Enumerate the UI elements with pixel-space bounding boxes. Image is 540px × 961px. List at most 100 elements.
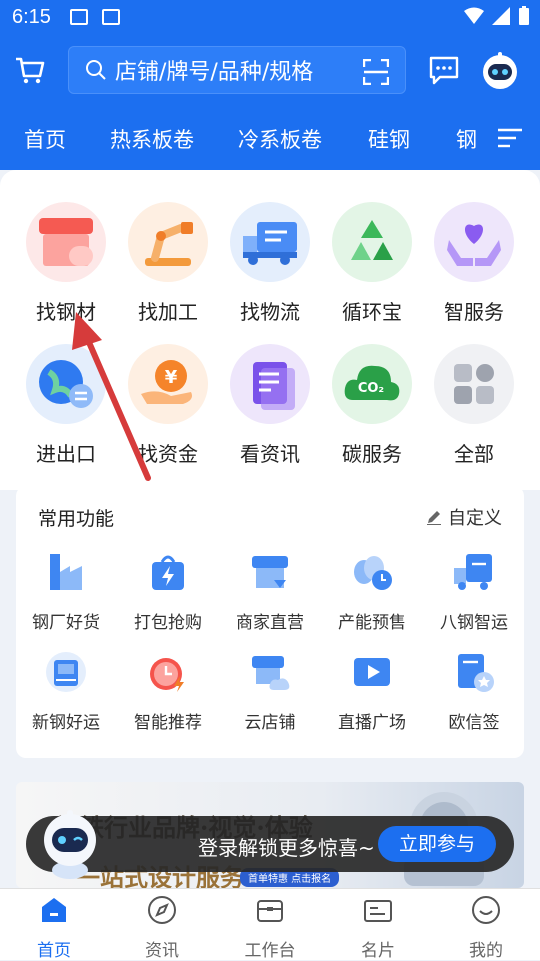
common-item[interactable]: 云店铺 (220, 650, 320, 733)
home-icon (42, 898, 66, 922)
cloud-store-icon (248, 650, 292, 694)
video-play-icon (350, 650, 394, 694)
nav-home[interactable]: 首页 (14, 895, 94, 961)
grid-label: 智服务 (444, 300, 504, 324)
message-icon[interactable] (428, 54, 460, 86)
rolls-clock-icon (350, 550, 394, 594)
card-icon (364, 900, 392, 922)
svg-text:¥: ¥ (165, 367, 178, 388)
common-item-label: 直播广场 (338, 713, 406, 733)
nav-mine[interactable]: 我的 (446, 895, 526, 961)
robot-avatar-icon[interactable] (480, 50, 520, 90)
nav-label: 资讯 (145, 941, 179, 961)
grid-item-recycle[interactable]: 循环宝 (322, 202, 422, 325)
common-item[interactable]: 新钢好运 (16, 650, 116, 733)
robot-machine-icon (44, 650, 88, 694)
tab-home[interactable]: 首页 (24, 124, 66, 154)
grid-label: 进出口 (36, 442, 96, 466)
grid-item-find-steel[interactable]: 找钢材 (16, 202, 116, 325)
grid-item-finance[interactable]: ¥ 找资金 (118, 344, 218, 467)
common-item-label: 商家直营 (236, 613, 304, 633)
grid-item-all[interactable]: 全部 (424, 344, 524, 467)
badge-star-icon (452, 650, 496, 694)
grid-item-news[interactable]: 看资讯 (220, 344, 320, 467)
store-icon (248, 550, 292, 594)
scan-icon[interactable] (363, 59, 389, 85)
svg-text:CO₂: CO₂ (358, 381, 384, 396)
common-item[interactable]: 钢厂好货 (16, 550, 116, 633)
grid-item-logistics[interactable]: 找物流 (220, 202, 320, 325)
common-item-label: 打包抢购 (134, 613, 202, 633)
gallery-icon (70, 9, 88, 25)
truck-icon (452, 550, 496, 594)
common-item[interactable]: 产能预售 (322, 550, 422, 633)
grid-label: 看资讯 (240, 442, 300, 466)
tab-steel-partial[interactable]: 钢 (456, 124, 482, 154)
grid-item-carbon[interactable]: CO₂ 碳服务 (322, 344, 422, 467)
menu-icon[interactable] (498, 128, 522, 148)
header: 店铺/牌号/品种/规格 首页 热系板卷 冷系板卷 硅钢 钢 (0, 36, 540, 170)
signal-icon (492, 7, 510, 25)
grid-item-smart-service[interactable]: 智服务 (424, 202, 524, 325)
wifi-icon (464, 7, 484, 24)
edit-icon (427, 511, 441, 525)
common-functions-panel: 常用功能 自定义 钢厂好货 打包抢购 商家直营 产能预售 八钢智运 新钢好运 智… (16, 486, 524, 758)
document-icon (230, 344, 310, 424)
nav-news[interactable]: 资讯 (122, 895, 202, 961)
section-title: 常用功能 (38, 508, 115, 530)
search-icon (85, 59, 107, 81)
tab-hot-rolled[interactable]: 热系板卷 (110, 124, 194, 154)
notification-a-icon (102, 9, 120, 25)
common-item-label: 八钢智运 (440, 613, 508, 633)
customize-label: 自定义 (448, 508, 502, 529)
recycle-icon (332, 202, 412, 282)
alarm-clock-icon (146, 650, 190, 694)
common-item-label: 产能预售 (338, 613, 406, 633)
grid-label: 循环宝 (342, 300, 402, 324)
common-item-label: 智能推荐 (134, 713, 202, 733)
bottom-nav: 首页 资讯 工作台 名片 我的 (0, 888, 540, 961)
cart-icon[interactable] (14, 54, 46, 86)
robot-arm-icon (128, 202, 208, 282)
factory-icon (44, 550, 88, 594)
common-item-label: 欧信签 (448, 713, 500, 733)
smile-icon (472, 896, 500, 924)
grid-label: 碳服务 (342, 442, 402, 466)
common-item-label: 钢厂好货 (32, 613, 100, 633)
grid-label: 找资金 (138, 442, 198, 466)
toast-message: 登录解锁更多惊喜~ (198, 836, 375, 860)
common-item[interactable]: 八钢智运 (424, 550, 524, 633)
nav-workbench[interactable]: 工作台 (230, 895, 310, 961)
heart-hands-icon (434, 202, 514, 282)
grid-item-processing[interactable]: 找加工 (118, 202, 218, 325)
common-item-label: 新钢好运 (32, 713, 100, 733)
globe-exchange-icon (26, 344, 106, 424)
robot-mascot-icon (44, 810, 96, 879)
briefcase-icon (257, 900, 283, 922)
join-now-button[interactable]: 立即参与 (378, 826, 496, 862)
grid-item-import-export[interactable]: 进出口 (16, 344, 116, 467)
grid-icon (434, 344, 514, 424)
search-placeholder: 店铺/牌号/品种/规格 (115, 60, 314, 85)
bag-lightning-icon (146, 550, 190, 594)
nav-card[interactable]: 名片 (338, 895, 418, 961)
compass-icon (148, 896, 176, 924)
tab-cold-rolled[interactable]: 冷系板卷 (238, 124, 322, 154)
search-bar[interactable]: 店铺/牌号/品种/规格 (68, 46, 406, 94)
common-item[interactable]: 直播广场 (322, 650, 422, 733)
common-item[interactable]: 打包抢购 (118, 550, 218, 633)
shop-icon (26, 202, 106, 282)
common-item[interactable]: 欧信签 (424, 650, 524, 733)
nav-label: 首页 (37, 941, 71, 961)
grid-label: 找加工 (138, 300, 198, 324)
grid-label: 找钢材 (36, 300, 96, 324)
main-service-grid: 找钢材 找加工 找物流 循环宝 智服务 进出口 ¥ 找资金 看资讯 CO₂ 碳服… (0, 170, 540, 490)
co2-cloud-icon: CO₂ (332, 344, 412, 424)
common-item[interactable]: 智能推荐 (118, 650, 218, 733)
customize-button[interactable]: 自定义 (426, 504, 502, 530)
nav-label: 工作台 (244, 941, 296, 961)
battery-icon (519, 6, 529, 25)
tab-silicon-steel[interactable]: 硅钢 (368, 124, 410, 154)
status-time: 6:15 (12, 6, 51, 28)
common-item[interactable]: 商家直营 (220, 550, 320, 633)
